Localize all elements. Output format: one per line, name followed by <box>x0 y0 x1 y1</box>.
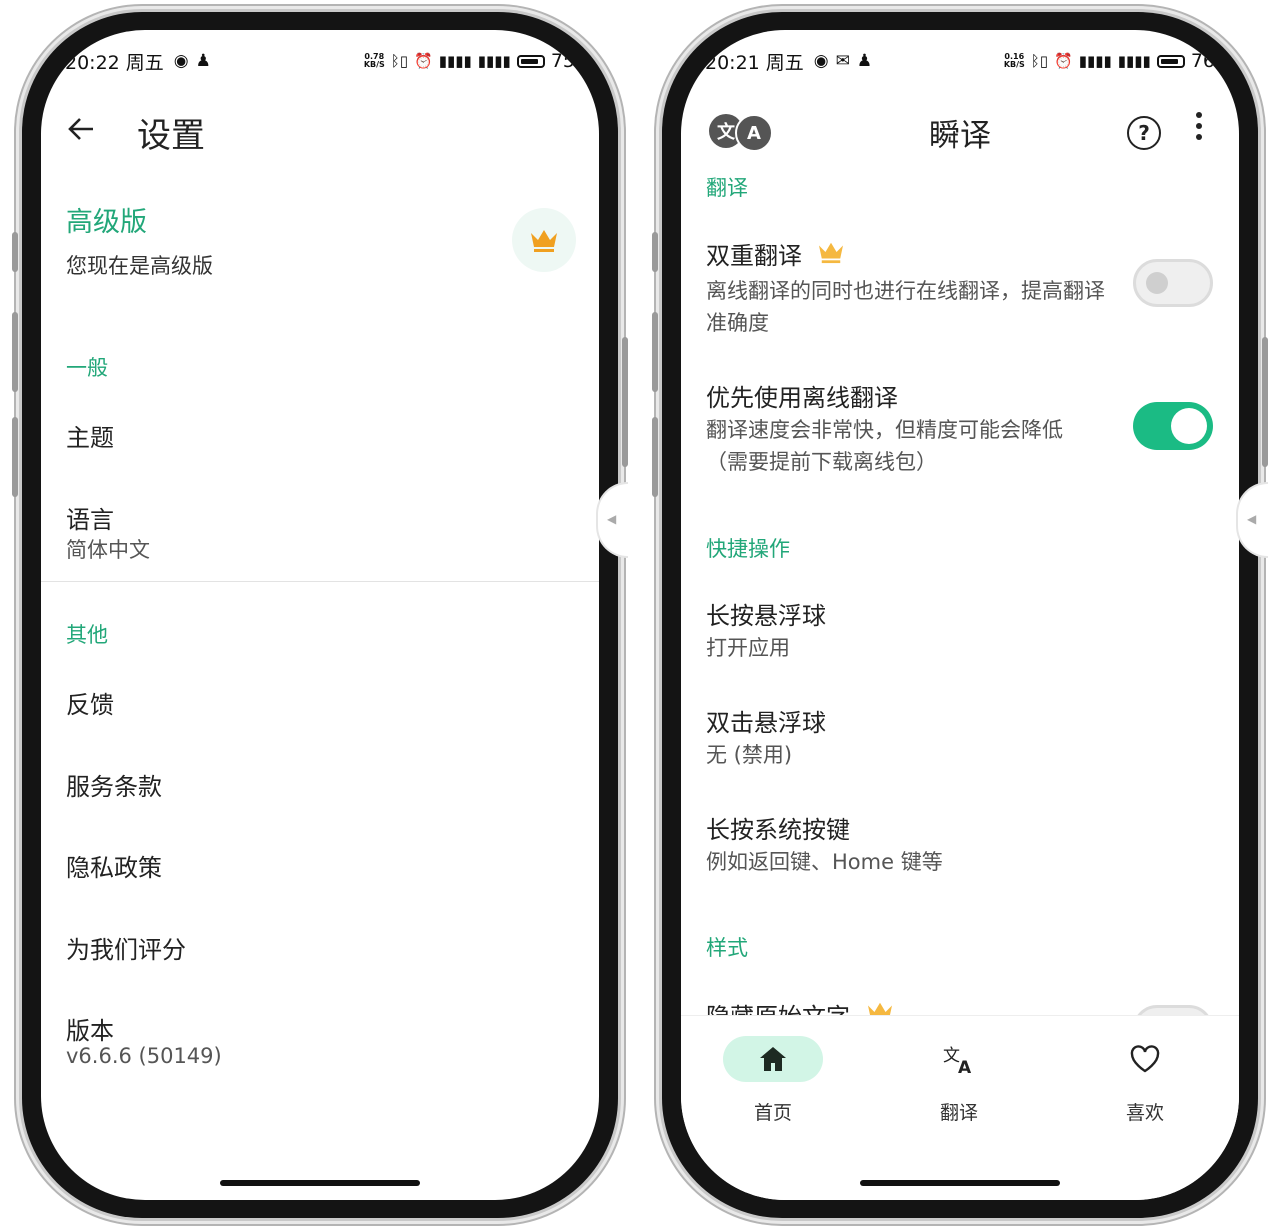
theme-item[interactable]: 主题 <box>66 418 114 453</box>
help-icon[interactable]: ? <box>1127 116 1161 150</box>
qq-browser-icon: ◉ <box>813 51 829 71</box>
nav-home[interactable]: 首页 <box>718 1036 828 1125</box>
feedback-item[interactable]: 反馈 <box>66 685 114 720</box>
language-item[interactable]: 语言 <box>66 500 114 535</box>
double-tap-ball-title[interactable]: 双击悬浮球 <box>706 703 826 738</box>
phone-left: 20:22 周五 ◉ ♟ 0.78 KB/S ᛒ▯ ⏰ ▮▮▮▮ ▮▮▮▮ 75 … <box>12 12 628 1218</box>
dual-translation-toggle[interactable] <box>1133 259 1213 307</box>
section-shortcuts: 快捷操作 <box>706 537 790 561</box>
section-other: 其他 <box>66 623 108 647</box>
premium-subtitle: 您现在是高级版 <box>66 254 213 278</box>
status-time: 20:22 周五 <box>65 51 164 74</box>
heart-icon <box>1095 1036 1195 1082</box>
status-bar: 20:21 周五 ◉ ✉ ♟ 0.16 KB/S ᛒ▯ ⏰ ▮▮▮▮ ▮▮▮▮ 7… <box>705 46 1215 76</box>
floating-ball-handle[interactable]: ◀ <box>1236 482 1268 558</box>
battery-icon <box>516 54 545 68</box>
signal-icon-2: ▮▮▮▮ <box>477 52 511 70</box>
qq-browser-icon: ◉ <box>173 51 189 71</box>
home-indicator[interactable] <box>220 1180 420 1186</box>
offline-first-desc: 翻译速度会非常快，但精度可能会降低（需要提前下载离线包） <box>706 418 1063 474</box>
offline-first-title[interactable]: 优先使用离线翻译 <box>706 378 898 413</box>
alarm-icon: ⏰ <box>414 52 433 70</box>
phone-right: 20:21 周五 ◉ ✉ ♟ 0.16 KB/S ᛒ▯ ⏰ ▮▮▮▮ ▮▮▮▮ 7… <box>652 12 1268 1218</box>
nav-favorites[interactable]: 喜欢 <box>1090 1036 1200 1125</box>
signal-icon: ▮▮▮▮ <box>1078 52 1112 70</box>
qq-icon: ♟ <box>856 51 873 71</box>
settings-screen: 20:22 周五 ◉ ♟ 0.78 KB/S ᛒ▯ ⏰ ▮▮▮▮ ▮▮▮▮ 75 … <box>41 30 599 1200</box>
offline-first-toggle[interactable] <box>1133 402 1213 450</box>
premium-crown-icon-2 <box>866 1000 894 1015</box>
section-style: 样式 <box>706 936 748 960</box>
battery-level: 75 <box>550 50 575 72</box>
long-press-ball-value: 打开应用 <box>706 636 790 660</box>
terms-item[interactable]: 服务条款 <box>66 767 162 802</box>
section-translation: 翻译 <box>706 176 748 200</box>
nav-translate[interactable]: 文A 翻译 <box>904 1036 1014 1125</box>
translator-screen: 20:21 周五 ◉ ✉ ♟ 0.16 KB/S ᛒ▯ ⏰ ▮▮▮▮ ▮▮▮▮ 7… <box>681 30 1239 1200</box>
bluetooth-icon: ᛒ▯ <box>1030 52 1049 70</box>
bluetooth-icon: ᛒ▯ <box>390 52 409 70</box>
battery-level: 76 <box>1190 50 1215 72</box>
page-title: 设置 <box>137 116 205 156</box>
message-icon: ✉ <box>835 51 850 71</box>
svg-text:A: A <box>958 1058 972 1075</box>
privacy-item[interactable]: 隐私政策 <box>66 848 162 883</box>
long-press-ball-title[interactable]: 长按悬浮球 <box>706 596 826 631</box>
floating-ball-handle[interactable]: ◀ <box>596 482 628 558</box>
premium-title[interactable]: 高级版 <box>66 200 147 239</box>
home-indicator[interactable] <box>860 1180 1060 1186</box>
long-press-key-value: 例如返回键、Home 键等 <box>706 850 943 874</box>
signal-icon-2: ▮▮▮▮ <box>1117 52 1151 70</box>
crown-icon[interactable] <box>512 208 576 272</box>
network-speed: 0.78 KB/S <box>363 52 385 69</box>
bottom-navigation: 首页 文A 翻译 喜欢 <box>681 1015 1239 1200</box>
back-arrow-icon[interactable] <box>67 115 107 151</box>
dual-translation-desc: 离线翻译的同时也进行在线翻译，提高翻译准确度 <box>706 279 1105 335</box>
nav-translate-label: 翻译 <box>939 1102 978 1124</box>
nav-home-label: 首页 <box>753 1102 792 1124</box>
rate-us-item[interactable]: 为我们评分 <box>66 930 186 965</box>
double-tap-ball-value: 无 (禁用) <box>706 743 793 767</box>
hide-original-toggle[interactable] <box>1133 1005 1213 1015</box>
section-divider <box>41 581 599 582</box>
home-icon <box>723 1036 823 1082</box>
version-value: v6.6.6 (50149) <box>66 1044 222 1068</box>
nav-favorites-label: 喜欢 <box>1125 1102 1164 1124</box>
long-press-key-title[interactable]: 长按系统按键 <box>706 810 850 845</box>
premium-crown-icon <box>817 240 845 268</box>
status-time: 20:21 周五 <box>705 51 804 74</box>
language-value: 简体中文 <box>66 538 150 562</box>
qq-icon: ♟ <box>195 51 211 71</box>
dual-translation-title[interactable]: 双重翻译 <box>706 236 802 271</box>
hide-original-title[interactable]: 隐藏原始文字 <box>706 997 850 1015</box>
translate-icon: 文A <box>909 1036 1009 1082</box>
status-bar: 20:22 周五 ◉ ♟ 0.78 KB/S ᛒ▯ ⏰ ▮▮▮▮ ▮▮▮▮ 75 <box>65 46 575 76</box>
section-general: 一般 <box>66 356 108 380</box>
alarm-icon: ⏰ <box>1054 52 1073 70</box>
signal-icon: ▮▮▮▮ <box>438 52 472 70</box>
more-options-icon[interactable] <box>1195 112 1203 145</box>
app-topbar: 文 A 瞬译 ? <box>681 98 1239 164</box>
network-speed: 0.16 KB/S <box>1003 52 1025 69</box>
battery-icon <box>1156 54 1185 68</box>
version-item[interactable]: 版本 <box>66 1011 114 1046</box>
